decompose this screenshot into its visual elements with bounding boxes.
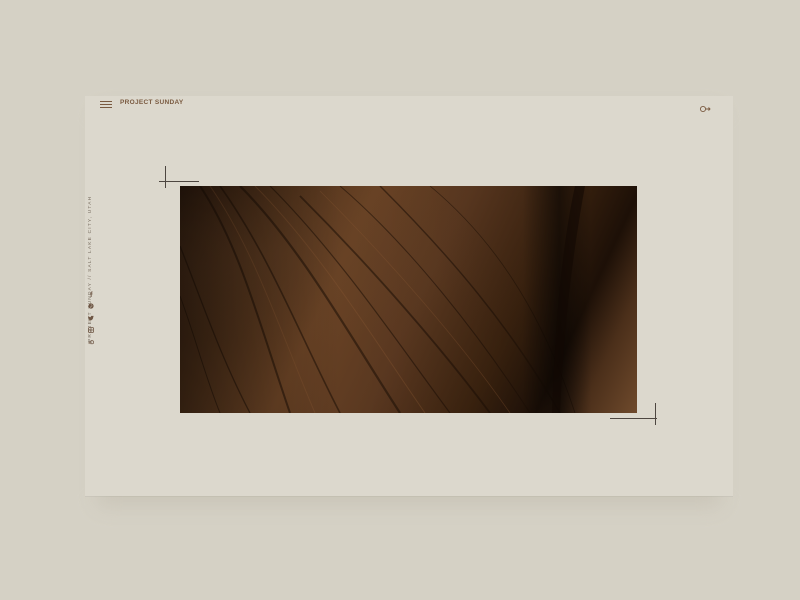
- instagram-icon[interactable]: [88, 327, 94, 333]
- facebook-icon[interactable]: [88, 291, 94, 297]
- hero-wood-image: [180, 186, 637, 413]
- crop-mark-bottom-right: [610, 403, 657, 425]
- social-links: [88, 291, 96, 351]
- soundcloud-icon[interactable]: [88, 339, 94, 345]
- hamburger-icon[interactable]: [100, 101, 112, 109]
- pinterest-icon[interactable]: [88, 303, 94, 309]
- twitter-icon[interactable]: [88, 315, 94, 321]
- brand-logo[interactable]: PROJECT SUNDAY: [120, 99, 184, 106]
- account-switch-icon[interactable]: [699, 100, 711, 113]
- site-window: PROJECT SUNDAY PROJECT SUNDAY // SALT LA…: [85, 96, 733, 496]
- crop-mark-top-left: [159, 166, 199, 188]
